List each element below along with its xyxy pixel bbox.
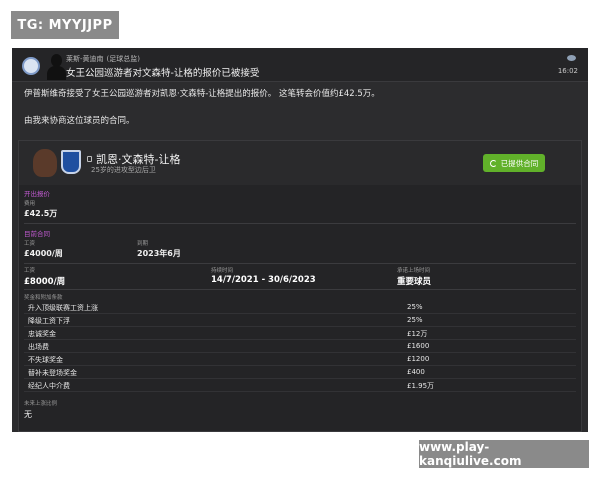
clause-row: 替补未登场奖金 £400 [24,366,576,379]
clause-value: £1200 [407,355,430,363]
refresh-icon [489,159,497,167]
fee-label: 费用 [24,201,36,207]
player-face [33,149,57,177]
clause-value: £1.95万 [407,382,435,390]
future-rise-value: 无 [24,410,32,419]
clause-name: 替补未登场奖金 [28,369,77,377]
expiry-label: 到期 [137,241,149,247]
clause-name: 升入顶级联赛工资上涨 [28,304,98,312]
contract-card: 凯恩·文森特-让格 25岁的进攻型边后卫 已提供合同 开出报价 费用 £42.5… [18,140,582,432]
clause-row: 忠诚奖金 £12万 [24,327,576,340]
contract-offered-button[interactable]: 已提供合同 [483,154,545,172]
clause-name: 降级工资下浮 [28,317,70,325]
duration-label: 持续时间 [211,268,234,274]
message-time: 16:02 [557,67,578,75]
clause-row: 升入顶级联赛工资上涨 25% [24,301,576,314]
clause-name: 忠诚奖金 [28,330,56,338]
eye-icon[interactable] [567,55,576,61]
clause-value: 25% [407,303,423,311]
message-body-line1: 伊普斯维奇接受了女王公园巡游者对凯恩·文森特-让格提出的报价。 这笔转会价值约£… [24,89,380,99]
fee-value: £42.5万 [24,209,58,218]
lock-icon [87,156,92,162]
message-header: 莱斯-黄迪南 (足球总监) 女王公园巡游者对文森特-让格的报价已被接受 16:0… [12,48,588,82]
playing-time-label: 承诺上场时间 [397,268,431,274]
player-header: 凯恩·文森特-让格 25岁的进攻型边后卫 已提供合同 [19,141,581,185]
current-wage-label: 工资 [24,241,36,247]
duration-value: 14/7/2021 - 30/6/2023 [211,275,316,285]
clause-name: 出场费 [28,343,49,351]
clause-name: 不失球奖金 [28,356,63,364]
club-badge-icon [22,57,40,75]
clause-value: 25% [407,316,423,324]
sender-line: 莱斯-黄迪南 (足球总监) [66,54,140,64]
new-wage-value: £8000/周 [24,277,66,287]
clause-row: 经纪人中介费 £1.95万 [24,379,576,392]
current-wage-value: £4000/周 [24,249,63,258]
future-rise-label: 未来上涨比例 [24,401,58,407]
playing-time-value: 重要球员 [397,277,432,287]
clause-name: 经纪人中介费 [28,382,70,390]
sender-name: 莱斯-黄迪南 [66,55,104,63]
watermark-top: TG: MYYJJPP [11,11,119,39]
clause-row: 降级工资下浮 25% [24,314,576,327]
section-offer-title: 开出报价 [24,190,50,198]
message-subject: 女王公园巡游者对文森特-让格的报价已被接受 [66,68,260,79]
sender-role: (足球总监) [106,55,140,63]
divider [24,263,576,264]
message-body-line2: 由我来协商这位球员的合同。 [24,116,135,126]
clause-value: £12万 [407,330,428,338]
contract-offered-label: 已提供合同 [500,158,539,168]
divider [24,223,576,224]
clause-value: £400 [407,368,425,376]
clause-row: 出场费 £1600 [24,340,576,353]
clause-row: 不失球奖金 £1200 [24,353,576,366]
new-wage-label: 工资 [24,268,36,274]
section-contract-title: 目前合同 [24,230,50,238]
sender-avatar-icon [46,52,66,80]
divider [24,289,576,290]
clauses-title: 奖金和附加条款 [24,295,63,301]
player-description: 25岁的进攻型边后卫 [91,166,156,174]
watermark-bottom: www.play-kanqiulive.com [419,440,589,468]
clause-value: £1600 [407,342,430,350]
expiry-value: 2023年6月 [137,249,181,258]
message-window: 莱斯-黄迪南 (足球总监) 女王公园巡游者对文森特-让格的报价已被接受 16:0… [12,48,588,432]
club-kit-icon [61,150,81,174]
